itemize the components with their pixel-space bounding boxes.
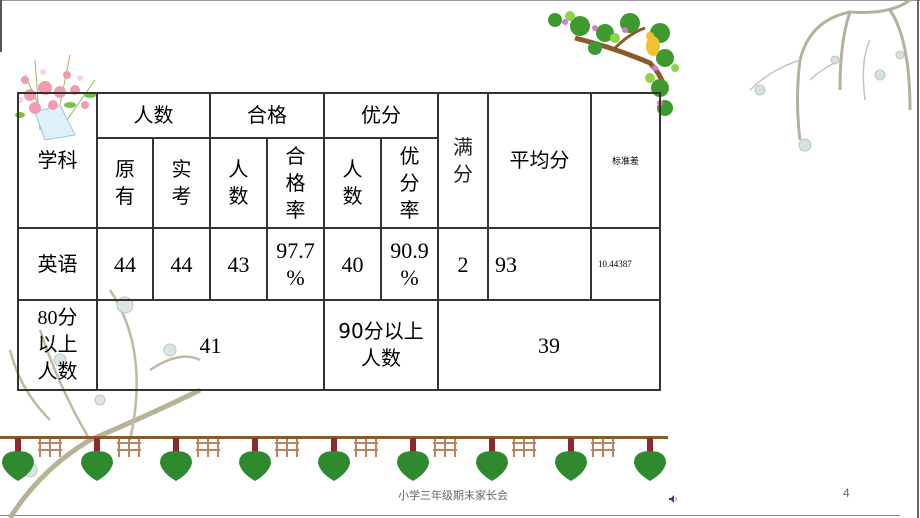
header-pass-rate: 合格率: [266, 137, 325, 229]
page-number: 4: [843, 486, 850, 500]
row-average: 93: [487, 227, 592, 301]
branch-decoration-icon: [749, 0, 912, 152]
header-full-score-line1: 满: [453, 134, 473, 159]
header-subject: 学科: [17, 92, 98, 229]
summary-above80-line2: 以上: [37, 333, 78, 356]
header-group-pass: 合格: [209, 92, 325, 139]
summary-above80-label: 80分以上人数: [17, 299, 98, 391]
fence-bush: [397, 438, 457, 481]
header-average: 平均分: [487, 92, 592, 229]
header-excellent-rate: 优分率: [380, 137, 439, 229]
row-pass-count: 43: [209, 227, 268, 301]
row-excellent-rate: 90.9%: [380, 227, 439, 301]
header-actual-line2: 考: [171, 184, 192, 208]
speaker-icon[interactable]: [668, 494, 678, 504]
fence-decoration-icon: [0, 436, 668, 481]
row-original: 44: [96, 227, 154, 301]
row-excellent-rate-value: 90.9: [390, 238, 429, 263]
summary-row: 80分以上人数 41 90分以上人数 39: [17, 299, 661, 391]
row-actual: 44: [152, 227, 211, 301]
header-actual: 实考: [152, 137, 211, 229]
row-pass-rate-unit: %: [286, 265, 305, 290]
fence-bush: [2, 438, 62, 481]
fence-bush: [634, 438, 666, 481]
summary-above80-line1: 80分: [37, 306, 78, 329]
fence-bush: [555, 438, 615, 481]
header-std-dev: 标准差: [590, 92, 661, 229]
fence-bush: [476, 438, 536, 481]
score-table: 学科 人数 合格 优分 满 分 平均分 标准差 原有 实考 人数 合格率 人数 …: [17, 92, 661, 391]
header-pass-count-line2: 数: [228, 184, 249, 208]
left-edge-bar: [0, 0, 2, 52]
fence-bush: [160, 438, 220, 481]
header-excellent-count: 人数: [323, 137, 382, 229]
slide: 学科 人数 合格 优分 满 分 平均分 标准差 原有 实考 人数 合格率 人数 …: [0, 0, 920, 518]
header-pass-rate-line3: 率: [285, 197, 306, 222]
summary-above80-line3: 人数: [37, 360, 78, 383]
header-excellent-rate-line2: 分: [399, 170, 420, 195]
header-pass-rate-line1: 合: [285, 143, 306, 168]
header-pass-count-line1: 人: [228, 157, 249, 181]
header-pass-count: 人数: [209, 137, 268, 229]
header-pass-rate-line2: 格: [285, 170, 306, 195]
row-pass-rate: 97.7%: [266, 227, 325, 301]
row-full-score: 2: [437, 227, 489, 301]
summary-above90-value: 39: [437, 299, 661, 391]
row-excellent-rate-unit: %: [400, 265, 419, 290]
row-excellent-count: 40: [323, 227, 382, 301]
header-full-score-line2: 分: [453, 161, 473, 186]
summary-above90-line1: 90分以上: [338, 319, 424, 343]
header-group-count: 人数: [96, 92, 211, 139]
summary-above80-value: 41: [96, 299, 325, 391]
header-group-excellent: 优分: [323, 92, 439, 139]
footer-title: 小学三年级期末家长会: [398, 489, 508, 502]
header-full-score: 满 分: [437, 92, 489, 229]
header-actual-line1: 实: [171, 157, 192, 181]
summary-above90-label: 90分以上人数: [323, 299, 439, 391]
header-excellent-count-line1: 人: [342, 157, 363, 181]
header-original: 原有: [96, 137, 154, 229]
header-excellent-rate-line1: 优: [399, 143, 420, 168]
fence-bush: [81, 438, 141, 481]
header-original-line2: 有: [115, 184, 135, 208]
row-pass-rate-value: 97.7: [276, 238, 315, 263]
header-excellent-rate-line3: 率: [399, 197, 420, 222]
row-subject: 英语: [17, 227, 98, 301]
summary-above90-line2: 人数: [361, 346, 401, 370]
fence-bush: [239, 438, 299, 481]
header-original-line1: 原: [115, 157, 135, 181]
table-row: 英语 44 44 43 97.7% 40 90.9% 2 93 10.44387: [17, 227, 661, 301]
fence-bush: [318, 438, 378, 481]
header-excellent-count-line2: 数: [342, 184, 363, 208]
row-std-dev: 10.44387: [590, 227, 661, 301]
